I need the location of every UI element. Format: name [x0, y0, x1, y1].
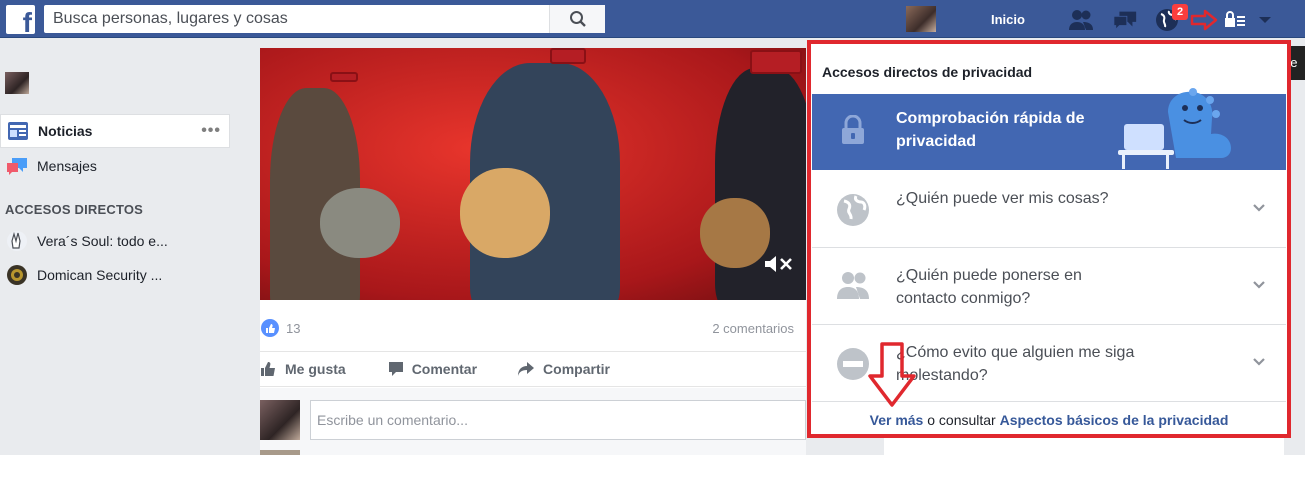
shortcut-domican-security[interactable]: Domican Security ... [0, 258, 162, 292]
annotation-arrow-down-icon [868, 342, 916, 407]
chevron-down-icon[interactable] [1252, 280, 1266, 290]
domican-logo-icon [5, 264, 29, 286]
privacy-shortcuts-lock-icon[interactable] [1222, 8, 1248, 32]
peace-hand-icon [5, 230, 29, 252]
share-arrow-icon [517, 361, 535, 377]
notifications-badge: 2 [1172, 4, 1188, 20]
shortcut-label: Domican Security ... [37, 267, 163, 283]
like-count[interactable]: 13 [286, 321, 300, 336]
news-feed-icon [6, 120, 30, 142]
comment-button[interactable]: Comentar [388, 352, 477, 386]
privacy-question-who-can-contact[interactable]: ¿Quién puede ponerse en contacto conmigo… [812, 248, 1286, 325]
video-guitar [320, 188, 400, 258]
sidebar-item-label: Mensajes [37, 158, 97, 174]
shortcut-vera-soul[interactable]: Vera´s Soul: todo e... [0, 224, 168, 258]
privacy-question-who-can-see[interactable]: ¿Quién puede ver mis cosas? [812, 171, 1286, 248]
logo-letter: f [22, 7, 32, 38]
redaction-box [330, 72, 358, 82]
next-comment-avatar [260, 450, 300, 455]
thumbs-up-icon [260, 361, 277, 377]
privacy-basics-link[interactable]: Aspectos básicos de la privacidad [1000, 412, 1229, 428]
user-avatar[interactable] [5, 72, 29, 94]
top-navigation-bar: f Inicio 2 [0, 0, 1305, 38]
messages-icon[interactable] [1112, 8, 1138, 32]
chevron-down-icon[interactable] [1252, 203, 1266, 213]
like-button[interactable]: Me gusta [260, 352, 346, 386]
like-label: Me gusta [285, 361, 346, 377]
people-icon [837, 272, 869, 299]
chevron-down-icon[interactable] [1252, 357, 1266, 367]
comment-count-link[interactable]: 2 comentarios [712, 321, 794, 336]
privacy-checkup-label: Comprobación rápida de privacidad [896, 110, 1085, 150]
redaction-box [750, 50, 802, 74]
question-label: ¿Cómo evito que alguien me siga molestan… [896, 344, 1135, 384]
account-menu-chevron-down-icon[interactable] [1252, 8, 1278, 32]
friend-requests-icon[interactable] [1068, 8, 1094, 32]
post-actions: Me gusta Comentar Compartir [260, 351, 806, 387]
privacy-checkup-button[interactable]: Comprobación rápida de privacidad [812, 88, 1286, 170]
shortcut-label: Vera´s Soul: todo e... [37, 233, 168, 249]
search-icon [569, 11, 586, 27]
video-guitar [460, 168, 550, 258]
profile-avatar[interactable] [906, 6, 936, 32]
mute-icon[interactable] [764, 255, 794, 278]
sidebar-item-label: Noticias [38, 123, 93, 139]
comment-composer: Escribe un comentario... [260, 388, 806, 455]
news-feed: 13 2 comentarios Me gusta Comentar Compa… [245, 38, 867, 455]
question-label: ¿Quién puede ponerse en contacto conmigo… [896, 267, 1082, 307]
feed-post: 13 2 comentarios Me gusta Comentar Compa… [260, 48, 806, 455]
share-label: Compartir [543, 361, 610, 377]
video-guitar [700, 198, 770, 268]
globe-icon [837, 194, 869, 226]
search-bar [44, 5, 605, 33]
redaction-box [550, 48, 586, 64]
lock-icon [842, 115, 864, 144]
search-input[interactable] [44, 5, 549, 33]
search-button[interactable] [549, 5, 605, 33]
annotation-arrow-right-icon [1190, 9, 1218, 31]
see-more-link[interactable]: Ver más [870, 412, 924, 428]
shortcuts-heading: ACCESOS DIRECTOS [5, 202, 144, 217]
comment-input[interactable]: Escribe un comentario... [310, 400, 806, 440]
comment-icon [388, 361, 404, 377]
more-options-button[interactable]: ••• [201, 122, 221, 140]
block-icon [837, 348, 869, 380]
footer-text: o consultar [923, 412, 1000, 428]
messenger-icon [5, 155, 29, 177]
comment-label: Comentar [411, 361, 478, 377]
sidebar-item-mensajes[interactable]: Mensajes [0, 149, 97, 183]
share-button[interactable]: Compartir [517, 352, 610, 386]
like-reaction-icon [261, 319, 279, 337]
facebook-logo[interactable]: f [6, 5, 35, 38]
sidebar-item-noticias[interactable]: Noticias ••• [0, 114, 230, 148]
reactions-summary: 13 2 comentarios [260, 318, 806, 340]
commenter-avatar [260, 400, 300, 440]
privacy-dinosaur-icon [1118, 88, 1231, 169]
home-link[interactable]: Inicio [991, 12, 1025, 27]
question-label: ¿Quién puede ver mis cosas? [896, 190, 1109, 207]
left-sidebar: Noticias ••• Mensajes ACCESOS DIRECTOS V… [0, 38, 245, 455]
video-player[interactable] [260, 48, 806, 300]
facebook-window: f Inicio 2 [0, 0, 1305, 455]
